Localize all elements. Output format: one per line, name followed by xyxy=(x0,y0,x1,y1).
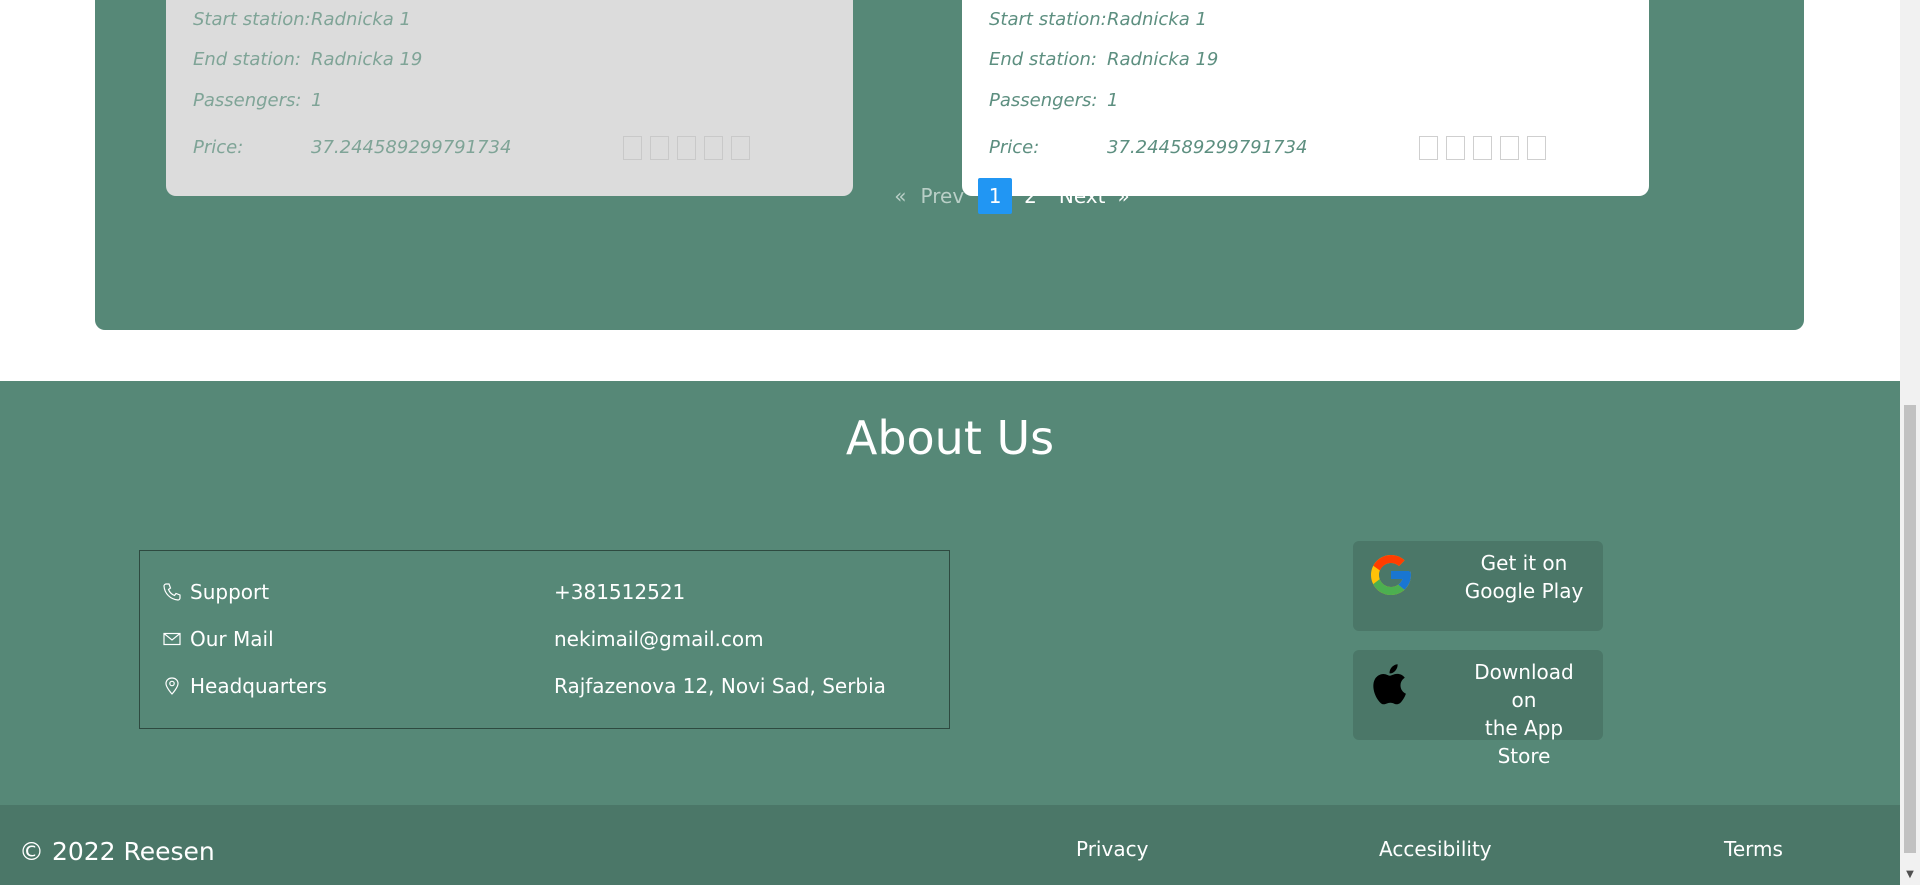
star-icon[interactable] xyxy=(1446,136,1465,160)
app-store-text: Download on the App Store xyxy=(1429,658,1589,770)
page: Start station:Radnicka 1 End station: Rad… xyxy=(0,0,1900,885)
mail-value[interactable]: nekimail@gmail.com xyxy=(554,627,764,651)
star-icon[interactable] xyxy=(650,136,669,160)
star-icon[interactable] xyxy=(677,136,696,160)
next-page-link[interactable]: Next xyxy=(1059,184,1106,208)
price-row: Price: 37.244589299791734 xyxy=(989,137,1307,158)
mail-label: Our Mail xyxy=(190,627,274,651)
ride-card[interactable]: Start station:Radnicka 1 End station: Rad… xyxy=(166,0,853,196)
google-line2: Google Play xyxy=(1464,579,1584,603)
star-icon[interactable] xyxy=(1500,136,1519,160)
contact-box: Support +381512521 Our Mail nekimail@gma… xyxy=(139,550,950,729)
app-store-button[interactable]: Download on the App Store xyxy=(1353,650,1603,768)
page-1-button[interactable]: 1 xyxy=(978,178,1013,214)
support-value[interactable]: +381512521 xyxy=(554,580,685,604)
about-title: About Us xyxy=(845,411,1055,465)
last-page-link[interactable]: » xyxy=(1117,184,1129,208)
price-label: Price: xyxy=(193,137,244,158)
passengers-row: Passengers: 1 xyxy=(193,90,322,111)
headquarters-value: Rajfazenova 12, Novi Sad, Serbia xyxy=(554,674,886,698)
star-icon[interactable] xyxy=(1419,136,1438,160)
scrollbar-thumb[interactable] xyxy=(1904,405,1916,853)
headquarters-row: Headquarters xyxy=(162,674,327,698)
passengers-label: Passengers: xyxy=(193,90,302,111)
end-station-row: End station: Radnicka 19 xyxy=(193,49,422,70)
price-label: Price: xyxy=(989,137,1040,158)
price-row: Price: 37.244589299791734 xyxy=(193,137,511,158)
star-icon[interactable] xyxy=(623,136,642,160)
ride-card[interactable]: Start station:Radnicka 1 End station: Rad… xyxy=(962,0,1649,196)
price-value: 37.244589299791734 xyxy=(311,137,512,158)
google-play-text: Get it on Google Play xyxy=(1429,549,1589,605)
footer: © 2022 Reesen Privacy Accesibility Terms xyxy=(0,805,1900,885)
start-station-value: Radnicka 1 xyxy=(1107,9,1207,30)
start-station-label: Start station: xyxy=(989,9,1107,30)
location-pin-icon xyxy=(165,677,179,695)
mail-row: Our Mail xyxy=(162,627,274,651)
terms-link[interactable]: Terms xyxy=(1724,837,1783,861)
google-play-button[interactable]: Get it on Google Play xyxy=(1353,541,1603,631)
rating-stars[interactable] xyxy=(623,136,750,160)
end-station-row: End station: Radnicka 19 xyxy=(989,49,1218,70)
google-line1: Get it on xyxy=(1480,551,1568,575)
start-station-row: Start station:Radnicka 1 xyxy=(989,9,1207,30)
star-icon[interactable] xyxy=(1473,136,1492,160)
end-station-label: End station: xyxy=(989,49,1097,70)
start-station-row: Start station:Radnicka 1 xyxy=(193,9,411,30)
start-station-label: Start station: xyxy=(193,9,311,30)
apple-line2: the App Store xyxy=(1484,716,1564,768)
pagination: « Prev 1 2 Next » xyxy=(95,178,1804,214)
start-station-value: Radnicka 1 xyxy=(311,9,411,30)
page-2-button[interactable]: 2 xyxy=(1024,184,1037,208)
envelope-icon xyxy=(163,632,181,646)
scroll-down-arrow-icon[interactable]: ▼ xyxy=(1900,865,1920,885)
copyright: © 2022 Reesen xyxy=(19,837,215,866)
end-station-value: Radnicka 19 xyxy=(1107,49,1219,70)
privacy-link[interactable]: Privacy xyxy=(1076,837,1148,861)
first-page-link[interactable]: « xyxy=(894,184,906,208)
star-icon[interactable] xyxy=(1527,136,1546,160)
support-row: Support xyxy=(162,580,269,604)
about-section: About Us Support +381512521 Our Mail nek… xyxy=(0,381,1900,805)
star-icon[interactable] xyxy=(731,136,750,160)
vertical-scrollbar[interactable]: ▼ xyxy=(1900,0,1920,885)
end-station-value: Radnicka 19 xyxy=(311,49,423,70)
star-icon[interactable] xyxy=(704,136,723,160)
passengers-value: 1 xyxy=(311,90,323,111)
passengers-row: Passengers: 1 xyxy=(989,90,1118,111)
support-label: Support xyxy=(190,580,270,604)
prev-page-link[interactable]: Prev xyxy=(921,184,965,208)
headquarters-label: Headquarters xyxy=(190,674,327,698)
phone-icon xyxy=(163,583,181,601)
apple-line1: Download on xyxy=(1474,660,1574,712)
accessibility-link[interactable]: Accesibility xyxy=(1379,837,1492,861)
rides-panel: Start station:Radnicka 1 End station: Rad… xyxy=(95,0,1804,330)
google-icon xyxy=(1371,555,1411,595)
rating-stars[interactable] xyxy=(1419,136,1546,160)
apple-icon xyxy=(1373,664,1406,705)
end-station-label: End station: xyxy=(193,49,301,70)
passengers-label: Passengers: xyxy=(989,90,1098,111)
price-value: 37.244589299791734 xyxy=(1107,137,1308,158)
passengers-value: 1 xyxy=(1107,90,1119,111)
